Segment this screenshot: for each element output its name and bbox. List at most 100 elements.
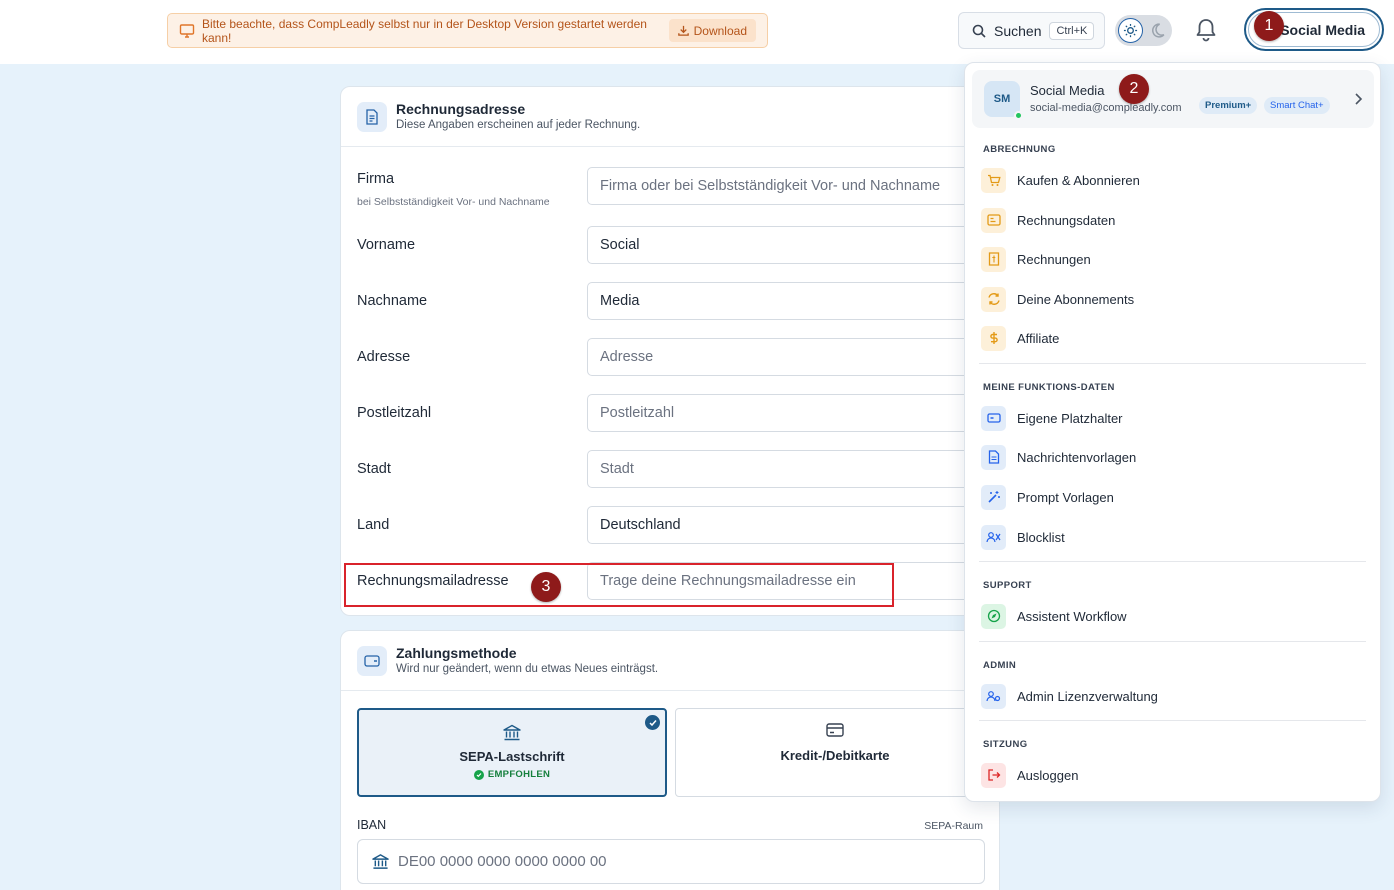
online-status-dot — [1014, 111, 1023, 120]
selected-check-icon — [645, 715, 660, 730]
menu-item-prompt-templates[interactable]: Prompt Vorlagen — [981, 484, 1361, 510]
theme-toggle[interactable] — [1115, 15, 1172, 46]
payment-subtitle: Wird nur geändert, wenn du etwas Neues e… — [396, 663, 659, 675]
city-label: Stadt — [357, 461, 391, 477]
last-name-label: Nachname — [357, 293, 428, 309]
country-value: Deutschland — [600, 517, 681, 533]
menu-item-message-templates[interactable]: Nachrichtenvorlagen — [981, 444, 1361, 470]
search-label: Suchen — [994, 22, 1042, 39]
menu-label-invoices: Rechnungen — [1017, 251, 1091, 267]
section-functions: MEINE FUNKTIONS-DATEN — [983, 382, 1115, 393]
payment-method-card: Zahlungsmethode Wird nur geändert, wenn … — [340, 630, 1000, 890]
refresh-icon — [981, 286, 1006, 312]
menu-item-invoices[interactable]: Rechnungen — [981, 246, 1361, 272]
company-label: Firma — [357, 171, 395, 187]
menu-label-licenses: Admin Lizenzverwaltung — [1017, 688, 1158, 704]
menu-item-placeholders[interactable]: Eigene Platzhalter — [981, 405, 1361, 431]
menu-item-assistant-workflow[interactable]: Assistent Workflow — [981, 603, 1361, 629]
placeholder-icon — [981, 405, 1006, 431]
step-marker-3: 3 — [531, 572, 561, 602]
card-label: Kredit-/Debitkarte — [780, 748, 890, 763]
file-text-icon — [981, 444, 1006, 470]
profile-card[interactable]: SM Social Media social-media@compleadly.… — [972, 70, 1374, 128]
magic-wand-icon — [981, 484, 1006, 510]
payment-card-header: Zahlungsmethode Wird nur geändert, wenn … — [341, 631, 999, 691]
menu-label-prompts: Prompt Vorlagen — [1017, 489, 1114, 505]
sepa-option[interactable]: SEPA-Lastschrift EMPFOHLEN — [357, 708, 667, 797]
dollar-icon — [981, 325, 1006, 351]
user-menu-label: Social Media — [1280, 21, 1365, 38]
postal-code-label: Postleitzahl — [357, 405, 432, 421]
menu-label-logout: Ausloggen — [1017, 767, 1079, 783]
section-billing: ABRECHNUNG — [983, 144, 1056, 155]
menu-item-license-management[interactable]: Admin Lizenzverwaltung — [981, 683, 1361, 709]
section-support: SUPPORT — [983, 580, 1032, 591]
chevron-right-icon — [1355, 93, 1363, 105]
billing-title: Rechnungsadresse — [396, 101, 526, 117]
credit-card-icon — [826, 723, 844, 737]
menu-label-templates: Nachrichtenvorlagen — [1017, 449, 1137, 465]
menu-item-subscriptions[interactable]: Deine Abonnements — [981, 286, 1361, 312]
address-input[interactable]: Adresse — [587, 338, 1007, 376]
address-label: Adresse — [357, 349, 411, 365]
iban-input[interactable]: DE00 0000 0000 0000 0000 00 — [357, 839, 985, 884]
search-icon — [972, 24, 986, 38]
wallet-icon — [357, 646, 387, 676]
sun-icon — [1118, 18, 1143, 43]
smart-chat-badge: Smart Chat+ — [1264, 97, 1330, 114]
country-select[interactable]: Deutschland — [587, 506, 1007, 544]
iban-note: SEPA-Raum — [924, 820, 983, 832]
profile-email: social-media@compleadly.com — [1030, 102, 1182, 114]
payment-title: Zahlungsmethode — [396, 645, 517, 661]
recommended-badge: EMPFOHLEN — [473, 769, 550, 780]
postal-code-input[interactable]: Postleitzahl — [587, 394, 1007, 432]
notification-bell-icon[interactable] — [1193, 16, 1219, 44]
search-shortcut: Ctrl+K — [1049, 21, 1095, 40]
user-dropdown-menu: SM Social Media social-media@compleadly.… — [964, 62, 1381, 802]
first-name-label: Vorname — [357, 237, 416, 253]
blocked-users-icon — [981, 524, 1006, 550]
menu-divider — [979, 363, 1366, 364]
country-label: Land — [357, 517, 390, 533]
menu-label-blocklist: Blocklist — [1017, 529, 1065, 545]
iban-label: IBAN — [357, 818, 387, 832]
city-input[interactable]: Stadt — [587, 450, 1007, 488]
card-option[interactable]: Kredit-/Debitkarte — [675, 708, 995, 797]
download-icon — [677, 25, 689, 36]
invoice-icon — [981, 246, 1006, 272]
download-label: Download — [693, 23, 747, 38]
billing-address-card: Rechnungsadresse Diese Angaben erscheine… — [340, 86, 1007, 616]
compass-icon — [981, 603, 1006, 629]
menu-item-blocklist[interactable]: Blocklist — [981, 524, 1361, 550]
sepa-label: SEPA-Lastschrift — [459, 749, 565, 764]
moon-icon — [1152, 23, 1165, 38]
menu-item-buy-subscribe[interactable]: Kaufen & Abonnieren — [981, 167, 1361, 193]
section-session: SITZUNG — [983, 739, 1028, 750]
menu-label-buy: Kaufen & Abonnieren — [1017, 172, 1140, 188]
search-button[interactable]: Suchen Ctrl+K — [958, 12, 1105, 49]
check-circle-icon — [473, 769, 484, 780]
users-gear-icon — [981, 683, 1006, 709]
company-input[interactable]: Firma oder bei Selbstständigkeit Vor- un… — [587, 167, 1007, 205]
menu-divider — [979, 641, 1366, 642]
step-marker-2: 2 — [1119, 74, 1149, 104]
menu-divider — [979, 561, 1366, 562]
top-bar: Bitte beachte, dass CompLeadly selbst nu… — [0, 0, 1394, 64]
billing-subtitle: Diese Angaben erscheinen auf jeder Rechn… — [396, 119, 641, 131]
desktop-notice-banner: Bitte beachte, dass CompLeadly selbst nu… — [167, 13, 768, 48]
profile-name: Social Media — [1030, 83, 1105, 98]
monitor-icon — [179, 23, 195, 38]
bank-icon — [372, 854, 389, 869]
billing-card-header: Rechnungsadresse Diese Angaben erscheine… — [341, 87, 999, 147]
bank-icon — [503, 724, 521, 741]
iban-placeholder: DE00 0000 0000 0000 0000 00 — [398, 853, 607, 870]
download-button[interactable]: Download — [668, 19, 756, 42]
menu-item-affiliate[interactable]: Affiliate — [981, 325, 1361, 351]
menu-item-billing-data[interactable]: Rechnungsdaten — [981, 207, 1361, 233]
section-admin: ADMIN — [983, 660, 1017, 671]
menu-label-subscriptions: Deine Abonnements — [1017, 291, 1135, 307]
menu-label-billing-data: Rechnungsdaten — [1017, 212, 1116, 228]
menu-item-logout[interactable]: Ausloggen — [981, 762, 1361, 788]
last-name-input[interactable]: Media — [587, 282, 1007, 320]
first-name-input[interactable]: Social — [587, 226, 1007, 264]
